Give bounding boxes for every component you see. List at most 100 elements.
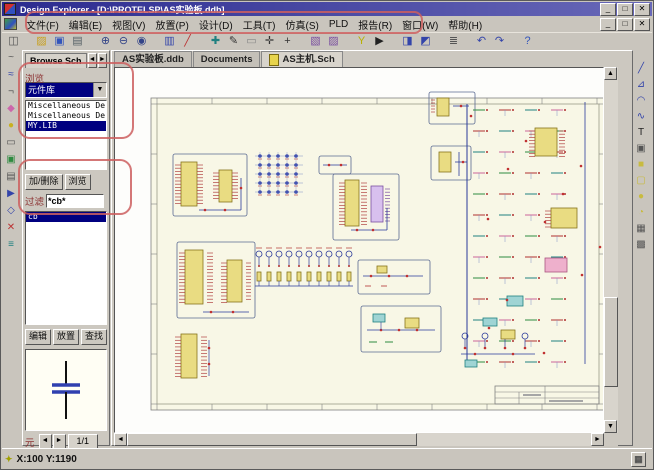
graphic-tool-icon[interactable]: ▦ <box>633 221 650 236</box>
horizontal-scroll-thumb[interactable] <box>127 433 417 446</box>
sheet-entry-tool-icon[interactable]: ▶ <box>2 186 20 202</box>
junction-tool-icon[interactable]: ◆ <box>2 101 20 117</box>
menu-simulate[interactable]: 仿真(S) <box>280 17 323 32</box>
directive-tool-icon[interactable]: ≡ <box>2 237 20 253</box>
part-prev-icon[interactable]: ◄ <box>39 434 52 449</box>
minimize-button[interactable]: _ <box>600 3 616 16</box>
library-item-my-lib[interactable]: MY.LIB <box>26 121 106 131</box>
document-window-icon[interactable] <box>4 18 17 30</box>
book-components-icon[interactable]: ▧ <box>307 34 324 49</box>
vertical-scrollbar[interactable]: ▲ ▼ <box>604 67 618 433</box>
scroll-down-icon[interactable]: ▼ <box>604 420 617 433</box>
chevron-down-icon[interactable]: ▼ <box>93 83 106 97</box>
tab-browse-sch[interactable]: Browse Sch <box>25 53 87 68</box>
wire-tool-icon[interactable]: ~ <box>2 50 20 66</box>
doc-close-button[interactable]: ✕ <box>634 18 650 31</box>
part-tool-icon[interactable]: ▭ <box>2 135 20 151</box>
crosshair-icon[interactable]: + <box>279 34 296 49</box>
save-icon[interactable]: ▣ <box>51 34 68 49</box>
text-tool-icon[interactable]: T <box>633 125 650 140</box>
menu-pld[interactable]: PLD <box>324 19 353 30</box>
redo-icon[interactable]: ↷ <box>491 34 508 49</box>
power-port-tool-icon[interactable]: ● <box>2 118 20 134</box>
print-icon[interactable]: ▤ <box>69 34 86 49</box>
polyline-tool-icon[interactable]: ⊿ <box>633 77 650 92</box>
menu-window[interactable]: 窗口(W) <box>397 17 443 32</box>
filter-icon[interactable]: Y <box>353 34 370 49</box>
browse-button[interactable]: 浏览 <box>65 174 91 190</box>
library-item-misc-devices-2[interactable]: Miscellaneous De <box>26 111 106 121</box>
menu-edit[interactable]: 编辑(E) <box>64 17 107 32</box>
zoom-in-icon[interactable]: ⊕ <box>97 34 114 49</box>
array-paste-tool-icon[interactable]: ▩ <box>633 237 650 252</box>
menu-file[interactable]: 文件(F) <box>21 17 64 32</box>
panel-scroll-right-icon[interactable]: ► <box>98 53 107 68</box>
arc-tool-icon[interactable]: ◠ <box>633 93 650 108</box>
selection-icon[interactable]: ▭ <box>243 34 260 49</box>
find-button[interactable]: 查找 <box>81 329 107 345</box>
pie-tool-icon[interactable]: ◔ <box>633 205 650 220</box>
doc-restore-button[interactable]: □ <box>617 18 633 31</box>
add-remove-button[interactable]: 加/删除 <box>25 174 63 190</box>
undo-icon[interactable]: ↶ <box>473 34 490 49</box>
rectangle-tool-icon[interactable]: ■ <box>633 157 650 172</box>
open-document-icon[interactable]: ▨ <box>33 34 50 49</box>
pencil-icon[interactable]: ✎ <box>225 34 242 49</box>
filter-row: 过滤 <box>25 194 107 208</box>
line-tool-icon[interactable]: ╱ <box>633 61 650 76</box>
menu-tools[interactable]: 工具(T) <box>238 17 281 32</box>
scroll-up-icon[interactable]: ▲ <box>604 67 617 80</box>
vertical-scroll-thumb[interactable] <box>604 297 618 387</box>
ic-part-tool-icon[interactable]: ▣ <box>2 152 20 168</box>
panel-toggle-icon[interactable]: ◫ <box>5 34 22 49</box>
library-item-misc-devices-1[interactable]: Miscellaneous De <box>26 101 106 111</box>
rounded-rectangle-tool-icon[interactable]: ▢ <box>633 173 650 188</box>
part-next-icon[interactable]: ► <box>53 434 66 449</box>
menu-reports[interactable]: 报告(R) <box>353 17 397 32</box>
bus-tool-icon[interactable]: ≈ <box>2 67 20 83</box>
library-list[interactable]: Miscellaneous DeMiscellaneous DeMY.LIB <box>25 100 107 170</box>
doc-minimize-button[interactable]: _ <box>600 18 616 31</box>
move-icon[interactable]: ✛ <box>261 34 278 49</box>
grid-settings-icon[interactable]: ▦ <box>631 452 646 467</box>
menu-place[interactable]: 放置(P) <box>150 17 193 32</box>
no-erc-tool-icon[interactable]: ✕ <box>2 220 20 236</box>
tab-as-board-ddb[interactable]: AS实验板.ddb <box>114 51 192 67</box>
tab-as-mainboard-sch[interactable]: AS主机.Sch <box>261 51 342 67</box>
horizontal-scrollbar[interactable]: ◄ ► <box>114 433 604 446</box>
book-library-icon[interactable]: ▨ <box>325 34 342 49</box>
scroll-left-icon[interactable]: ◄ <box>114 433 127 446</box>
part-browser-icon[interactable]: ◨ <box>399 34 416 49</box>
menu-items: 文件(F)编辑(E)视图(V)放置(P)设计(D)工具(T)仿真(S)PLD报告… <box>21 17 487 32</box>
curve-tool-icon[interactable]: ∿ <box>633 109 650 124</box>
tab-documents[interactable]: Documents <box>193 51 261 67</box>
filter-input[interactable] <box>46 194 104 208</box>
zoom-all-icon[interactable]: ◉ <box>133 34 150 49</box>
browse-category-dropdown[interactable]: 元件库 ▼ <box>25 82 107 98</box>
library-manager-icon[interactable]: ◩ <box>417 34 434 49</box>
menu-view[interactable]: 视图(V) <box>107 17 150 32</box>
place-button[interactable]: 放置 <box>53 329 79 345</box>
restore-button[interactable]: □ <box>617 3 633 16</box>
menu-design[interactable]: 设计(D) <box>194 17 238 32</box>
component-list[interactable]: cb <box>25 211 107 325</box>
close-button[interactable]: ✕ <box>634 3 650 16</box>
text-frame-tool-icon[interactable]: ▣ <box>633 141 650 156</box>
sheet-symbol-tool-icon[interactable]: ▤ <box>2 169 20 185</box>
components-icon[interactable]: ▥ <box>161 34 178 49</box>
wire-icon[interactable]: ╱ <box>179 34 196 49</box>
menu-help[interactable]: 帮助(H) <box>443 17 487 32</box>
port-tool-icon[interactable]: ◇ <box>2 203 20 219</box>
edit-button[interactable]: 编辑 <box>25 329 51 345</box>
probe-icon[interactable]: ▶ <box>371 34 388 49</box>
ellipse-tool-icon[interactable]: ● <box>633 189 650 204</box>
schematic-canvas[interactable] <box>114 67 604 433</box>
help-icon[interactable]: ? <box>519 34 536 49</box>
scroll-right-icon[interactable]: ► <box>591 433 604 446</box>
zoom-out-icon[interactable]: ⊖ <box>115 34 132 49</box>
bill-of-materials-icon[interactable]: ≣ <box>445 34 462 49</box>
bus-entry-tool-icon[interactable]: ¬ <box>2 84 20 100</box>
panel-scroll-left-icon[interactable]: ◄ <box>88 53 97 68</box>
tools-icon[interactable]: ✚ <box>207 34 224 49</box>
component-item-cb[interactable]: cb <box>26 212 106 222</box>
